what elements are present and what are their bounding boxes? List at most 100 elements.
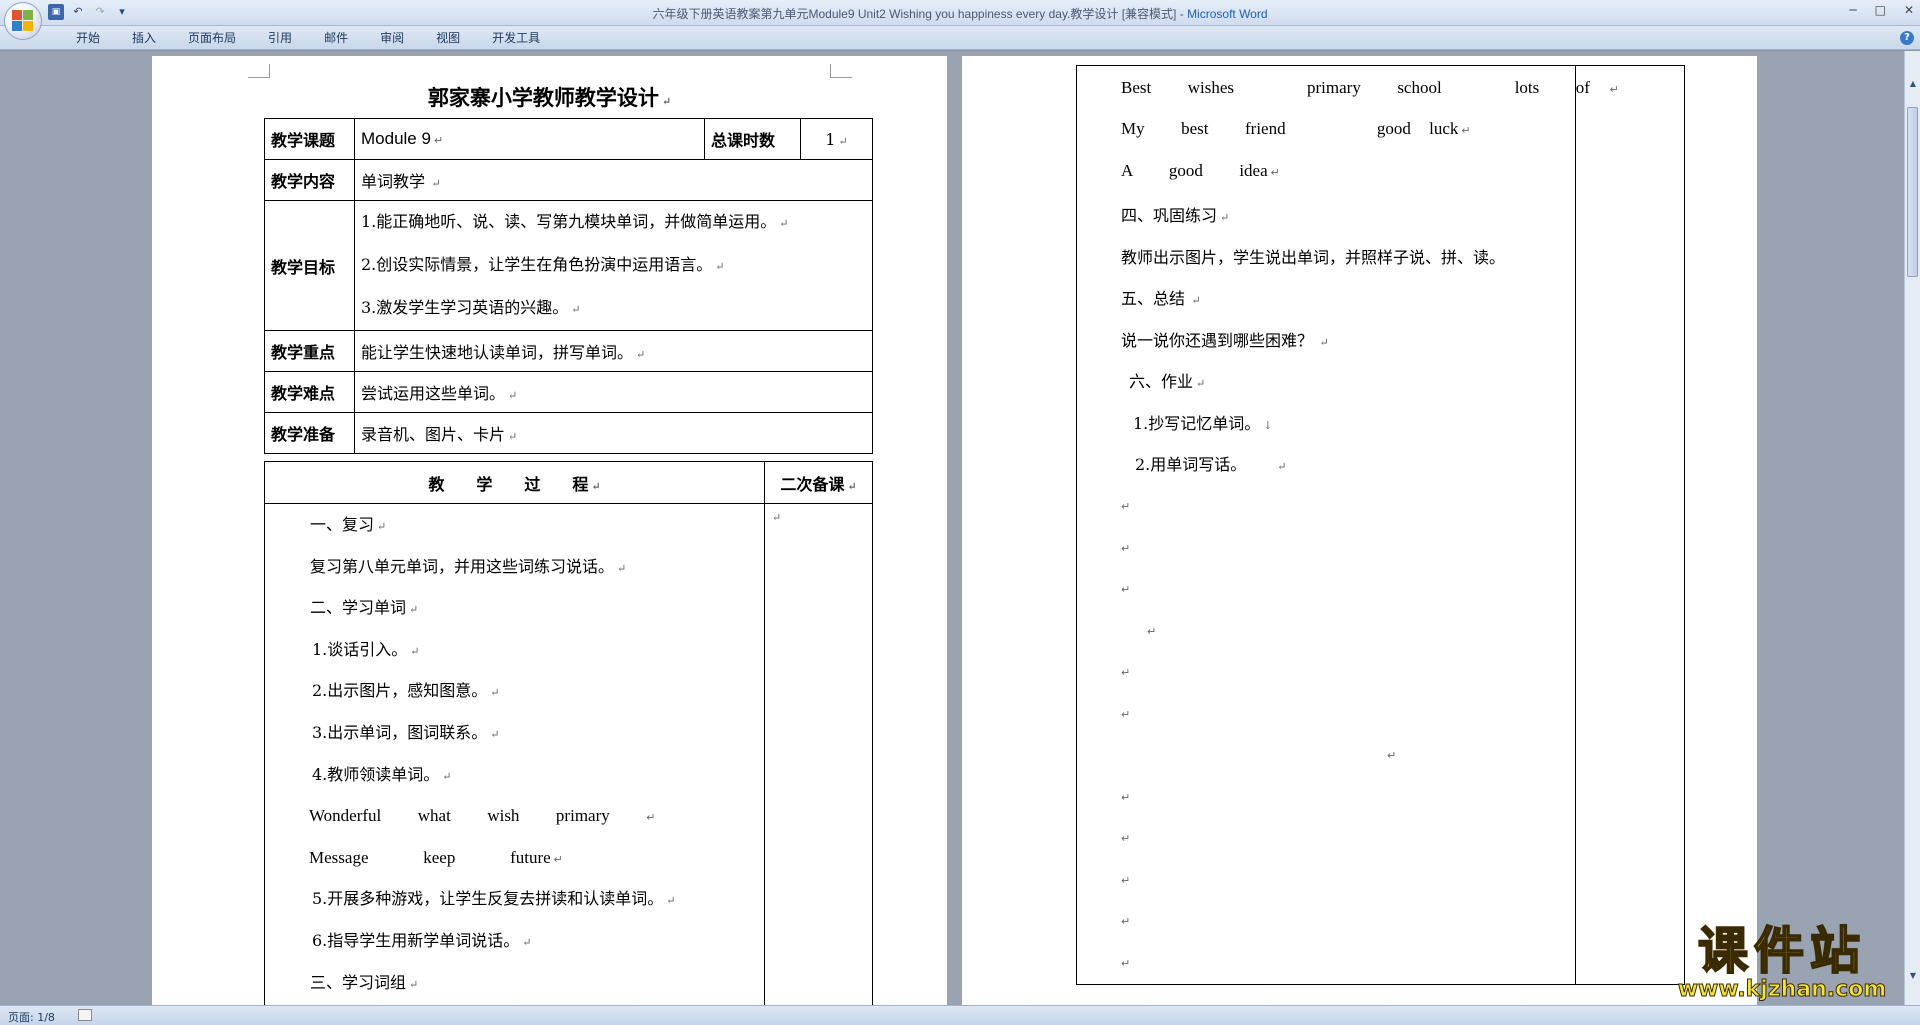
paragraph-mark: ↵ (1387, 749, 1397, 762)
maximize-button[interactable]: □ (1875, 3, 1886, 17)
second-prep-body[interactable]: ↵ (764, 503, 873, 1005)
tab-mailings[interactable]: 邮件 (308, 30, 364, 46)
paragraph-mark: ↵ (1121, 874, 1131, 887)
minimize-button[interactable]: ─ (1849, 3, 1856, 17)
process-line-text: Message keep future (309, 847, 551, 867)
lesson-value-text: Module 9 (361, 129, 431, 148)
vertical-scrollbar[interactable]: ▲ ▼ (1904, 51, 1920, 1005)
proofing-icon[interactable] (78, 1009, 92, 1021)
paragraph-mark: ↵ (1121, 832, 1131, 845)
total-hours-label: 总课时数 (704, 118, 801, 160)
content-value[interactable]: 单词教学 ↵ (354, 159, 873, 201)
close-button[interactable]: ✕ (1904, 3, 1914, 17)
process-line-text: 教师出示图片，学生说出单词，并照样子说、拼、读。 (1121, 248, 1506, 267)
tab-review[interactable]: 审阅 (364, 30, 420, 46)
process-line-text: 六、作业 (1129, 372, 1194, 391)
process-line: 六、作业 ↵ (1129, 372, 1206, 391)
preparation-value[interactable]: 录音机、图片、卡片 ↵ (354, 412, 873, 454)
tab-home[interactable]: 开始 (60, 30, 116, 46)
document-area: 郭家寨小学教师教学设计 ↵ 教学课题 Module 9 ↵ 总课时数 1 ↵ 教学内容… (0, 51, 1904, 1005)
paragraph-mark: ↵ (1121, 791, 1131, 804)
second-prep-header-text: 二次备课 (780, 474, 845, 494)
lesson-value[interactable]: Module 9 ↵ (354, 118, 705, 160)
key-point-value[interactable]: 能让学生快速地认读单词，拼写单词。 ↵ (354, 330, 873, 372)
process-line: 2.用单词写话。 ↵ (1135, 455, 1287, 474)
process-header-text: 教 学 过 程 (428, 474, 589, 494)
paragraph-mark: ↵ (1121, 915, 1131, 928)
page-count-status[interactable]: 页面: 1/8 (8, 1009, 55, 1025)
page-left: 郭家寨小学教师教学设计 ↵ 教学课题 Module 9 ↵ 总课时数 1 ↵ 教学内容… (152, 56, 947, 1005)
goal-text: 1.能正确地听、说、读、写第九模块单词，并做简单运用。 (361, 212, 777, 231)
scroll-down-arrow-icon[interactable]: ▼ (1908, 971, 1918, 981)
window-title: 六年级下册英语教案第九单元Module9 Unit2 Wishing you h… (0, 5, 1920, 22)
paragraph-mark: ↵ (1121, 666, 1131, 679)
watermark-url: www.kjzhan.com (1677, 977, 1887, 1003)
process-line-text: 一、复习 (310, 515, 375, 534)
goal-item: 1.能正确地听、说、读、写第九模块单词，并做简单运用。 ↵ (361, 212, 789, 231)
process-line: 5.开展多种游戏，让学生反复去拼读和认读单词。 ↵ (312, 889, 676, 909)
process-line-text: 2.出示图片，感知图意。 (312, 681, 488, 701)
process-line: 1.抄写记忆单词。 ↓ (1133, 414, 1273, 433)
key-point-label: 教学重点 (264, 330, 355, 372)
process-line: 4.教师领读单词。 ↵ (312, 764, 452, 784)
goal-item: 3.激发学生学习英语的兴趣。 ↵ (361, 298, 581, 317)
process-line-text: A good idea (1121, 161, 1268, 180)
process-line-text: Wonderful what wish primary (309, 806, 610, 826)
preparation-text: 录音机、图片、卡片 (361, 425, 506, 444)
process-line-text: 四、巩固练习 (1121, 206, 1218, 225)
process-line-text: 1.谈话引入。 (312, 639, 408, 659)
scrollbar-thumb[interactable] (1907, 107, 1918, 277)
document-title: 六年级下册英语教案第九单元Module9 Unit2 Wishing you h… (652, 7, 1188, 21)
second-prep-header: 二次备课 ↵ (764, 461, 873, 504)
process-line: My best friend good luck ↵ (1121, 119, 1471, 138)
tab-insert[interactable]: 插入 (116, 30, 172, 46)
process-line: 1.谈话引入。 ↵ (312, 639, 420, 659)
difficulty-label: 教学难点 (264, 371, 355, 413)
paragraph-mark: ↵ (1121, 708, 1131, 721)
process-line-text: 6.指导学生用新学单词说话。 (312, 930, 520, 950)
process-line-text: Best wishes primary school lots of (1121, 78, 1590, 97)
tab-references[interactable]: 引用 (252, 30, 308, 46)
process-body[interactable]: 一、复习 ↵ 复习第八单元单词，并用这些词练习说话。 ↵ 二、学习单词 ↵ 1.谈话引… (264, 503, 765, 1005)
page-corner-mark (830, 64, 852, 78)
process-line-text: 3.出示单词，图词联系。 (312, 722, 488, 742)
teaching-process-table: 教 学 过 程 ↵ 二次备课 ↵ 一、复习 ↵ 复习第八单元单词，并用这些词练习说话。… (264, 461, 873, 1005)
status-bar: 页面: 1/8 (0, 1005, 1920, 1025)
process-header: 教 学 过 程 ↵ (264, 461, 765, 504)
heading-text: 郭家寨小学教师教学设计 (427, 85, 659, 110)
tab-developer[interactable]: 开发工具 (476, 30, 556, 46)
process-line-text: 4.教师领读单词。 (312, 764, 440, 784)
page-corner-mark (248, 64, 270, 78)
process-line: 二、学习单词 ↵ (310, 598, 419, 618)
process-line: Wonderful what wish primary ↵ (309, 806, 656, 826)
content-value-text: 单词教学 (361, 172, 426, 191)
process-line: 一、复习 ↵ (310, 515, 387, 534)
difficulty-value[interactable]: 尝试运用这些单词。 ↵ (354, 371, 873, 413)
continued-process-box[interactable]: Best wishes primary school lots of ↵ My … (1076, 65, 1685, 985)
goal-text: 2.创设实际情景，让学生在角色扮演中运用语言。 (361, 255, 713, 274)
watermark-logo-text: 课件站 (1697, 922, 1866, 980)
preparation-label: 教学准备 (264, 412, 355, 454)
lesson-info-table: 教学课题 Module 9 ↵ 总课时数 1 ↵ 教学内容 单词教学 ↵ 教学目标 … (264, 118, 873, 454)
goal-text: 3.激发学生学习英语的兴趣。 (361, 298, 569, 317)
scroll-up-arrow-icon[interactable]: ▲ (1908, 79, 1918, 89)
process-line-text: 说一说你还遇到哪些困难？ (1121, 331, 1314, 350)
goal-label: 教学目标 (264, 200, 355, 331)
process-line-text: 二、学习单词 (310, 598, 407, 618)
paragraph-mark: ↵ (1121, 542, 1131, 555)
second-prep-column-divider (1575, 66, 1576, 984)
app-name: Microsoft Word (1187, 7, 1268, 21)
total-hours-value[interactable]: 1 ↵ (800, 118, 873, 160)
process-line-text: 1.抄写记忆单词。 (1133, 414, 1261, 433)
tab-view[interactable]: 视图 (420, 30, 476, 46)
process-line-text: 五、总结 (1121, 289, 1186, 308)
title-bar: ▣ ↶ ↷ ▾ 六年级下册英语教案第九单元Module9 Unit2 Wishi… (0, 0, 1920, 26)
total-hours-text: 1 (825, 129, 836, 149)
office-button[interactable] (4, 2, 42, 40)
process-line: 教师出示图片，学生说出单词，并照样子说、拼、读。 (1121, 244, 1505, 268)
office-logo-icon (12, 10, 34, 32)
help-icon[interactable]: ? (1900, 31, 1914, 45)
goal-value[interactable]: 1.能正确地听、说、读、写第九模块单词，并做简单运用。 ↵ 2.创设实际情景，让学… (354, 200, 873, 331)
process-line-text: 2.用单词写话。 (1135, 455, 1247, 474)
tab-page-layout[interactable]: 页面布局 (172, 30, 252, 46)
